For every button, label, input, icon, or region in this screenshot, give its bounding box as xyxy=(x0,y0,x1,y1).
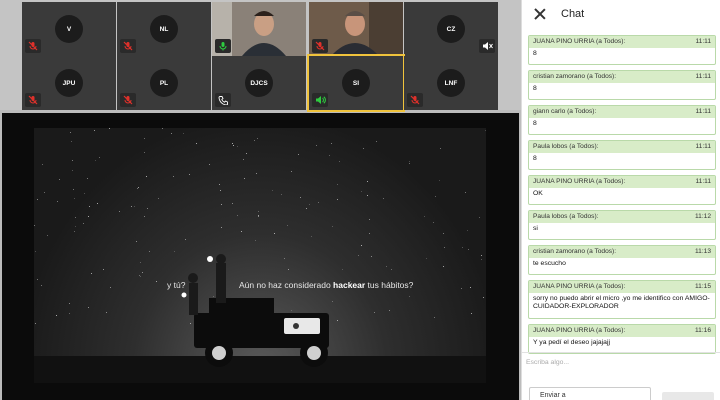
participant-avatar: DJCS xyxy=(245,69,273,97)
message-sender: Paula lobos (a Todos): xyxy=(533,143,599,150)
message-time: 11:11 xyxy=(695,38,711,45)
divider xyxy=(522,352,720,353)
message-sender: cristian zamorano (a Todos): xyxy=(533,248,617,255)
chat-message: JUANA PINO URRIA (a Todos): 11:11 8 xyxy=(528,35,716,65)
video-area: V NL CZ JPU PL DJCS SI LNF y tú? Aún no … xyxy=(0,0,521,400)
send-button[interactable] xyxy=(662,392,714,400)
mic-icon[interactable] xyxy=(215,39,231,53)
message-sender: JUANA PINO URRIA (a Todos): xyxy=(533,38,626,45)
message-sender: JUANA PINO URRIA (a Todos): xyxy=(533,178,626,185)
message-sender: Paula lobos (a Todos): xyxy=(533,213,599,220)
message-text: sorry no puedo abrir el micro ,yo me ide… xyxy=(529,293,715,313)
message-text: 8 xyxy=(529,83,715,95)
phone-icon[interactable] xyxy=(215,93,231,107)
message-time: 11:11 xyxy=(695,178,711,185)
participant-tile[interactable]: SI xyxy=(307,54,405,112)
chat-input[interactable] xyxy=(524,355,719,369)
message-header: JUANA PINO URRIA (a Todos): 11:11 xyxy=(529,176,715,188)
message-header: giann carlo (a Todos): 11:11 xyxy=(529,106,715,118)
shared-image: y tú? Aún no haz considerado hackear tus… xyxy=(34,128,486,383)
message-time: 11:11 xyxy=(695,108,711,115)
message-text: OK xyxy=(529,188,715,200)
message-header: Paula lobos (a Todos): 11:12 xyxy=(529,211,715,223)
participant-avatar: LNF xyxy=(437,69,465,97)
participant-tile[interactable]: LNF xyxy=(404,56,498,110)
message-sender: JUANA PINO URRIA (a Todos): xyxy=(533,283,626,290)
message-text: Y ya pedí el deseo jajajajj xyxy=(529,337,715,349)
participant-tile[interactable]: V xyxy=(22,2,116,56)
message-header: JUANA PINO URRIA (a Todos): 11:16 xyxy=(529,325,715,337)
participant-avatar: SI xyxy=(342,69,370,97)
message-text: 8 xyxy=(529,118,715,130)
chat-input-area: Enviar a xyxy=(522,355,720,400)
message-sender: giann carlo (a Todos): xyxy=(533,108,597,115)
caption-text-after: tus hábitos? xyxy=(365,280,414,290)
chat-message: JUANA PINO URRIA (a Todos): 11:16 Y ya ped… xyxy=(528,324,716,354)
caption-text: Aún no haz considerado hackear tus hábit… xyxy=(239,280,413,290)
message-text: te escucho xyxy=(529,258,715,270)
close-icon[interactable] xyxy=(533,7,547,21)
caption-bold: hackear xyxy=(333,280,366,290)
message-time: 11:15 xyxy=(694,283,711,290)
muted-mic-icon[interactable] xyxy=(312,39,328,53)
participant-tile[interactable] xyxy=(212,2,306,56)
chat-message: JUANA PINO URRIA (a Todos): 11:11 OK xyxy=(528,175,716,205)
muted-mic-icon[interactable] xyxy=(120,93,136,107)
message-sender: cristian zamorano (a Todos): xyxy=(533,73,617,80)
participant-avatar: PL xyxy=(150,69,178,97)
message-time: 11:11 xyxy=(695,143,711,150)
chat-message: cristian zamorano (a Todos): 11:13 te escu… xyxy=(528,245,716,275)
muted-mic-icon[interactable] xyxy=(25,39,41,53)
send-to-label: Enviar a xyxy=(540,392,566,399)
message-text: si xyxy=(529,223,715,235)
send-to-select[interactable]: Enviar a xyxy=(529,387,651,400)
muted-mic-icon[interactable] xyxy=(120,39,136,53)
screen-share: y tú? Aún no haz considerado hackear tus… xyxy=(2,113,519,400)
message-header: Paula lobos (a Todos): 11:11 xyxy=(529,141,715,153)
message-time: 11:11 xyxy=(695,73,711,80)
message-sender: JUANA PINO URRIA (a Todos): xyxy=(533,327,626,334)
chat-message: cristian zamorano (a Todos): 11:11 8 xyxy=(528,70,716,100)
message-header: JUANA PINO URRIA (a Todos): 11:11 xyxy=(529,36,715,48)
caption-text-before: Aún no haz considerado xyxy=(239,280,334,290)
participant-avatar: NL xyxy=(150,15,178,43)
chat-message: giann carlo (a Todos): 11:11 8 xyxy=(528,105,716,135)
message-text: 8 xyxy=(529,48,715,60)
chat-header: Chat xyxy=(522,0,720,28)
participant-tile[interactable]: JPU xyxy=(22,56,116,110)
message-time: 11:13 xyxy=(694,248,711,255)
participant-tile[interactable] xyxy=(309,2,403,56)
participant-avatar: JPU xyxy=(55,69,83,97)
participant-grid: V NL CZ JPU PL DJCS SI LNF xyxy=(0,0,521,112)
message-header: cristian zamorano (a Todos): 11:11 xyxy=(529,71,715,83)
message-time: 11:12 xyxy=(694,213,711,220)
chat-message: Paula lobos (a Todos): 11:11 8 xyxy=(528,140,716,170)
speaker-muted-icon[interactable] xyxy=(479,39,495,53)
message-header: cristian zamorano (a Todos): 11:13 xyxy=(529,246,715,258)
message-header: JUANA PINO URRIA (a Todos): 11:15 xyxy=(529,281,715,293)
muted-mic-icon[interactable] xyxy=(407,93,423,107)
participant-tile[interactable]: PL xyxy=(117,56,211,110)
chat-messages[interactable]: JUANA PINO URRIA (a Todos): 11:11 8 cristia… xyxy=(528,35,718,359)
message-text: 8 xyxy=(529,153,715,165)
muted-mic-icon[interactable] xyxy=(25,93,41,107)
participant-avatar: V xyxy=(55,15,83,43)
participant-tile[interactable]: DJCS xyxy=(212,56,306,110)
chat-message: Paula lobos (a Todos): 11:12 si xyxy=(528,210,716,240)
chat-panel: Chat JUANA PINO URRIA (a Todos): 11:11 8 cr… xyxy=(521,0,720,400)
meeting-window: V NL CZ JPU PL DJCS SI LNF y tú? Aún no … xyxy=(0,0,720,400)
message-time: 11:16 xyxy=(694,327,711,334)
chat-message: JUANA PINO URRIA (a Todos): 11:15 sorry no… xyxy=(528,280,716,319)
participant-tile[interactable]: CZ xyxy=(404,2,498,56)
participant-avatar: CZ xyxy=(437,15,465,43)
speaker-icon[interactable] xyxy=(312,93,328,107)
jeep-silhouette xyxy=(34,254,486,383)
chat-title: Chat xyxy=(561,8,585,20)
participant-tile[interactable]: NL xyxy=(117,2,211,56)
caption-question: y tú? xyxy=(167,280,186,290)
